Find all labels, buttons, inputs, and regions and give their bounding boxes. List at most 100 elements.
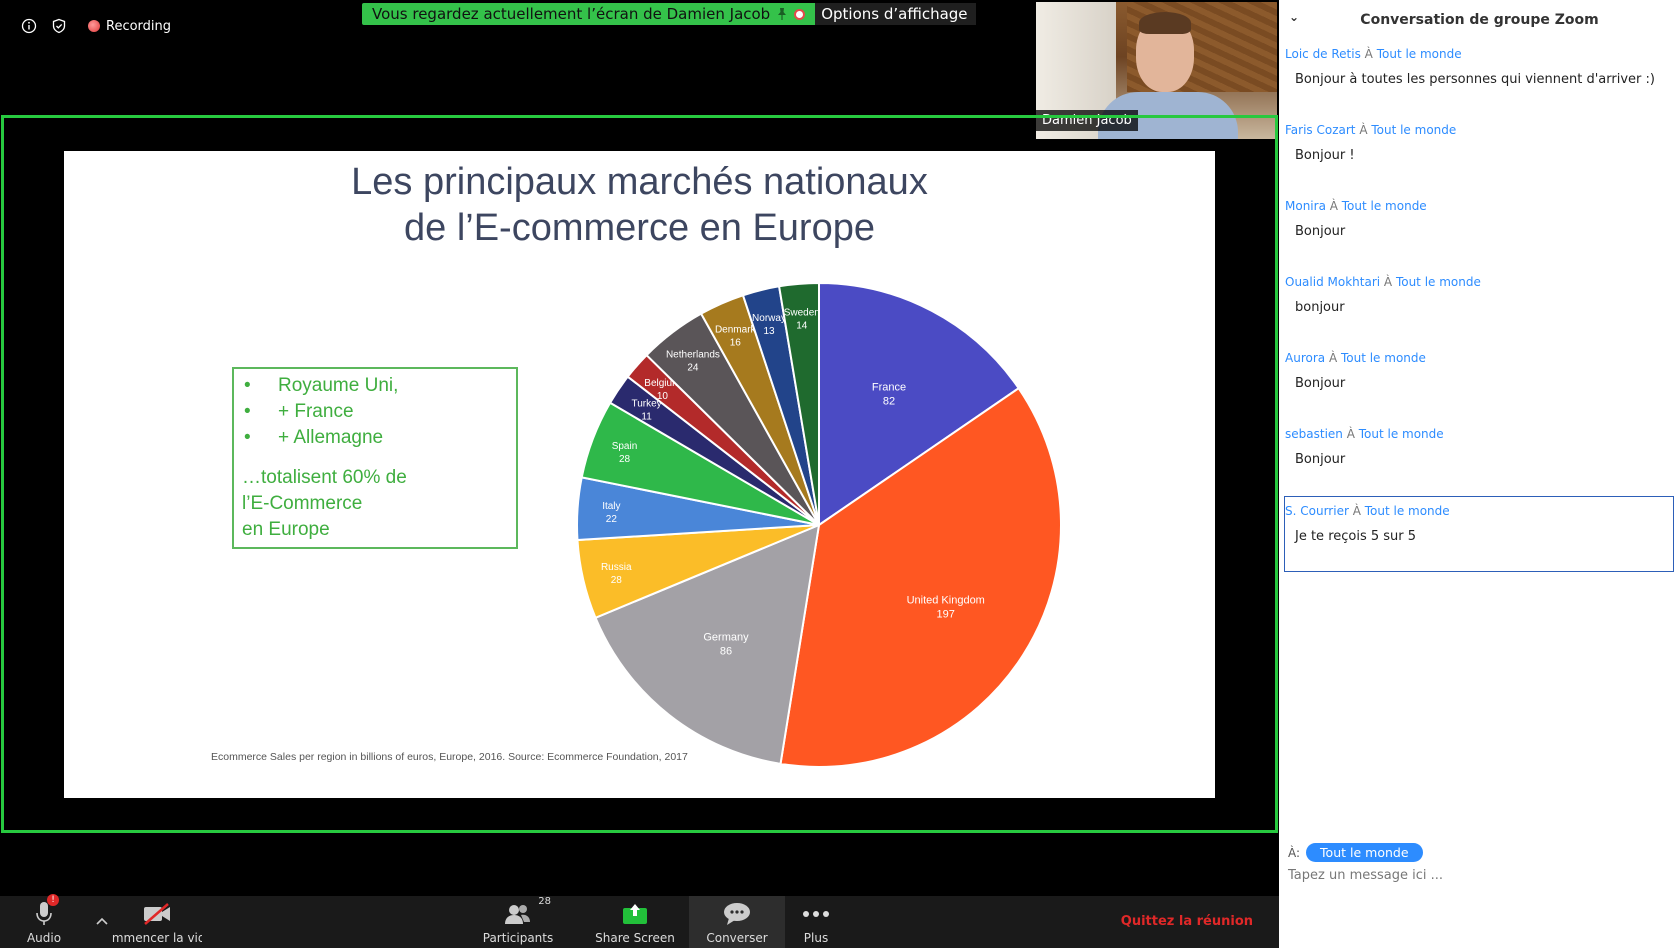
- chat-message-sender[interactable]: Monira: [1285, 199, 1326, 213]
- pie-label-category: Germany: [703, 632, 749, 644]
- chat-message-recipient: Tout le monde: [1341, 199, 1427, 213]
- recording-indicator: Recording: [88, 19, 171, 34]
- participants-count: 28: [538, 896, 551, 907]
- share-screen-label: Share Screen: [595, 931, 675, 945]
- chat-message[interactable]: sebastien À Tout le monde Bonjour: [1279, 420, 1680, 496]
- chat-message[interactable]: Loic de Retis À Tout le monde Bonjour à t…: [1279, 40, 1680, 116]
- chat-message-header: Faris Cozart À Tout le monde: [1285, 122, 1674, 138]
- chat-message-sender[interactable]: Loic de Retis: [1285, 47, 1361, 61]
- chat-message-recipient: Tout le monde: [1340, 351, 1426, 365]
- audio-alert-badge: !: [47, 894, 59, 906]
- chat-message[interactable]: Oualid Mokhtari À Tout le monde bonjour: [1279, 268, 1680, 344]
- participants-label: Participants: [482, 931, 554, 945]
- message-input[interactable]: Tapez un message ici ...: [1288, 868, 1668, 883]
- chat-message-text: Bonjour !: [1295, 148, 1355, 163]
- pie-label-value: 197: [937, 608, 955, 620]
- pie-label-value: 22: [606, 514, 618, 525]
- screen-share-banner: Vous regardez actuellement l’écran de Da…: [362, 3, 976, 25]
- presentation-slide: Les principaux marchés nationaux de l’E-…: [64, 151, 1215, 798]
- microphone-icon: !: [35, 894, 59, 931]
- pie-label-category: Netherlands: [666, 349, 720, 360]
- pie-label-value: 82: [883, 395, 895, 407]
- audio-button[interactable]: ! Audio: [18, 894, 70, 948]
- chat-message-text: Bonjour: [1295, 376, 1346, 391]
- chat-message-header: Aurora À Tout le monde: [1285, 350, 1674, 366]
- stop-share-icon[interactable]: [794, 8, 806, 20]
- chat-message-sender[interactable]: Aurora: [1285, 351, 1325, 365]
- chat-message-recipient: Tout le monde: [1371, 123, 1457, 137]
- pie-label-value: 28: [619, 454, 631, 465]
- chat-message-recipient: Tout le monde: [1395, 275, 1481, 289]
- chevron-down-icon[interactable]: ⌄: [1289, 10, 1299, 24]
- chat-message-sender[interactable]: sebastien: [1285, 427, 1343, 441]
- chat-message-text: bonjour: [1295, 300, 1345, 315]
- chat-button[interactable]: Converser: [689, 896, 785, 948]
- chat-message-separator: À: [1355, 123, 1372, 137]
- chat-message[interactable]: Monira À Tout le monde Bonjour: [1279, 192, 1680, 268]
- chat-message-sender[interactable]: Oualid Mokhtari: [1285, 275, 1380, 289]
- meeting-info-bar: Recording: [20, 16, 171, 36]
- chat-title: Conversation de groupe Zoom: [1360, 12, 1599, 28]
- chat-message-header: S. Courrier À Tout le monde: [1285, 503, 1667, 519]
- audio-options-caret[interactable]: [92, 896, 112, 948]
- chat-message-header: Monira À Tout le monde: [1285, 198, 1674, 214]
- pie-chart: France 82 United Kingdom 197 Germany 86 Russia…: [576, 281, 1062, 768]
- pin-icon: [778, 8, 787, 20]
- more-dots-icon: [802, 896, 830, 931]
- pie-label-value: 24: [687, 362, 699, 373]
- chat-message-recipient: Tout le monde: [1364, 504, 1450, 518]
- chat-message-sender[interactable]: S. Courrier: [1285, 504, 1349, 518]
- pie-label-value: 28: [611, 575, 623, 586]
- pie-label-value: 14: [796, 321, 808, 332]
- chat-message-separator: À: [1325, 351, 1341, 365]
- chat-message-separator: À: [1348, 504, 1365, 518]
- pie-label-category: Norway: [752, 313, 786, 324]
- chat-message-text: Bonjour: [1295, 452, 1346, 467]
- chat-message[interactable]: S. Courrier À Tout le monde Je te reçois …: [1284, 496, 1674, 572]
- start-video-button[interactable]: ımmencer la vid: [112, 896, 202, 948]
- video-off-icon: [142, 896, 172, 931]
- recipient-select[interactable]: Tout le monde: [1306, 843, 1423, 862]
- pie-label-category: Russia: [601, 562, 632, 573]
- video-person-hair: [1139, 12, 1191, 34]
- chat-message-separator: À: [1360, 47, 1377, 61]
- chat-message[interactable]: Aurora À Tout le monde Bonjour: [1279, 344, 1680, 420]
- chat-bubble-icon: [723, 896, 751, 931]
- pie-label-value: 86: [720, 646, 732, 658]
- chat-message-header: sebastien À Tout le monde: [1285, 426, 1674, 442]
- more-button[interactable]: Plus: [796, 896, 836, 948]
- pie-label-category: Sweden: [784, 308, 820, 319]
- view-options-button[interactable]: Options d’affichage: [815, 3, 976, 25]
- pie-label-category: Italy: [602, 501, 620, 512]
- meeting-stage: Recording Vous regardez actuellement l’é…: [0, 0, 1279, 948]
- chat-message-text: Bonjour: [1295, 224, 1346, 239]
- chat-composer: À: Tout le monde Tapez un message ici ..…: [1288, 843, 1668, 883]
- viewing-share-notice: Vous regardez actuellement l’écran de Da…: [362, 3, 816, 25]
- chat-message-separator: À: [1325, 199, 1342, 213]
- recipient-label: À:: [1288, 845, 1301, 860]
- leave-meeting-button[interactable]: Quittez la réunion: [1121, 914, 1253, 929]
- chat-message-sender[interactable]: Faris Cozart: [1285, 123, 1356, 137]
- pie-label-value: 10: [657, 391, 669, 402]
- chat-message-separator: À: [1342, 427, 1359, 441]
- participants-icon: 28: [503, 896, 551, 931]
- pie-label-value: 16: [730, 337, 742, 348]
- chat-panel: ⌄ Conversation de groupe Zoom Loic de Re…: [1279, 0, 1680, 948]
- pie-label-value: 13: [763, 326, 775, 337]
- chat-message-header: Loic de Retis À Tout le monde: [1285, 46, 1674, 62]
- view-options-label: Options d’affichage: [821, 5, 968, 23]
- chat-message-separator: À: [1380, 275, 1396, 289]
- chat-message-header: Oualid Mokhtari À Tout le monde: [1285, 274, 1674, 290]
- participants-button[interactable]: 28 Participants: [482, 896, 554, 948]
- pie-label-value: 11: [641, 411, 652, 422]
- shield-icon[interactable]: [50, 17, 68, 35]
- info-icon[interactable]: [20, 17, 38, 35]
- share-screen-button[interactable]: Share Screen: [594, 896, 676, 948]
- chat-message-recipient: Tout le monde: [1376, 47, 1462, 61]
- pie-label-category: Denmark: [715, 324, 757, 335]
- chat-message[interactable]: Faris Cozart À Tout le monde Bonjour !: [1279, 116, 1680, 192]
- chat-panel-header: ⌄ Conversation de groupe Zoom: [1279, 0, 1680, 40]
- pie-label-category: Spain: [612, 441, 638, 452]
- start-video-label: ımmencer la vid: [112, 931, 202, 945]
- meeting-toolbar: ! Audio ımmencer la vid 28 Participants: [0, 894, 1279, 948]
